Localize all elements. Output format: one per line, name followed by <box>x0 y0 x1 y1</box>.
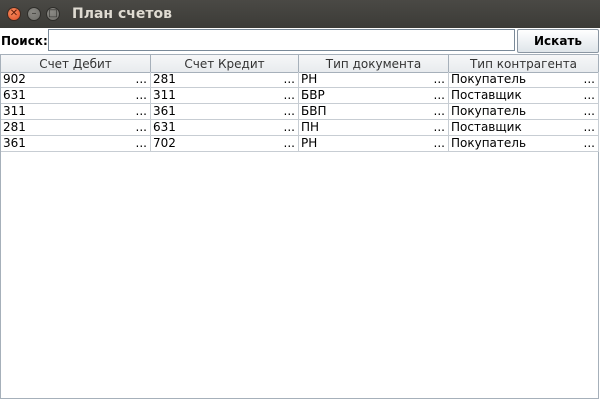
close-icon: ✕ <box>9 8 19 19</box>
cell-value: РН <box>301 136 318 150</box>
table-row[interactable]: 311... 361... БВП... Покупатель... <box>1 104 599 120</box>
cell-editor-button[interactable]: ... <box>434 104 445 119</box>
debit-cell[interactable]: 361... <box>1 136 151 152</box>
document-type-cell[interactable]: ПН... <box>299 120 449 136</box>
window-title: План счетов <box>72 6 172 22</box>
cell-value: 702 <box>153 136 176 150</box>
document-type-cell[interactable]: РН... <box>299 136 449 152</box>
cell-editor-button[interactable]: ... <box>584 72 595 87</box>
table-row[interactable]: 902... 281... РН... Покупатель... <box>1 72 599 88</box>
cell-editor-button[interactable]: ... <box>284 104 295 119</box>
debit-cell[interactable]: 311... <box>1 104 151 120</box>
table-body: 902... 281... РН... Покупатель... 631... 311.… <box>1 72 599 152</box>
accounts-table: Счет Дебит Счет Кредит Тип документа Тип… <box>0 54 599 399</box>
close-window-button[interactable]: ✕ <box>7 7 21 21</box>
debit-cell[interactable]: 902... <box>1 72 151 88</box>
table-header: Счет Дебит Счет Кредит Тип документа Тип… <box>1 54 599 73</box>
document-type-cell[interactable]: БВР... <box>299 88 449 104</box>
cell-value: 361 <box>3 136 26 150</box>
cell-value: РН <box>301 72 318 86</box>
document-type-cell[interactable]: БВП... <box>299 104 449 120</box>
cell-value: Покупатель <box>451 136 527 150</box>
document-type-cell[interactable]: РН... <box>299 72 449 88</box>
counterparty-type-cell[interactable]: Покупатель... <box>449 136 599 152</box>
cell-editor-button[interactable]: ... <box>584 120 595 135</box>
counterparty-type-cell[interactable]: Покупатель... <box>449 104 599 120</box>
maximize-icon: □ <box>48 8 58 19</box>
cell-editor-button[interactable]: ... <box>136 104 147 119</box>
cell-value: 902 <box>3 72 26 86</box>
cell-value: 631 <box>3 88 26 102</box>
cell-editor-button[interactable]: ... <box>284 120 295 135</box>
cell-value: БВП <box>301 104 327 118</box>
cell-editor-button[interactable]: ... <box>284 72 295 87</box>
cell-value: 281 <box>3 120 26 134</box>
window-titlebar: ✕ – □ План счетов <box>0 0 600 28</box>
cell-editor-button[interactable]: ... <box>136 136 147 151</box>
credit-cell[interactable]: 311... <box>151 88 299 104</box>
minimize-icon: – <box>31 8 37 19</box>
cell-editor-button[interactable]: ... <box>584 104 595 119</box>
cell-value: Поставщик <box>451 120 522 134</box>
counterparty-type-cell[interactable]: Поставщик... <box>449 120 599 136</box>
table-row[interactable]: 361... 702... РН... Покупатель... <box>1 136 599 152</box>
minimize-window-button[interactable]: – <box>27 7 41 21</box>
cell-editor-button[interactable]: ... <box>434 136 445 151</box>
cell-value: Покупатель <box>451 104 527 118</box>
cell-value: 631 <box>153 120 176 134</box>
cell-editor-button[interactable]: ... <box>136 72 147 87</box>
cell-editor-button[interactable]: ... <box>136 88 147 103</box>
credit-cell[interactable]: 281... <box>151 72 299 88</box>
counterparty-type-cell[interactable]: Покупатель... <box>449 72 599 88</box>
search-label: Поиск: <box>1 34 48 48</box>
cell-editor-button[interactable]: ... <box>434 88 445 103</box>
cell-value: ПН <box>301 120 320 134</box>
cell-value: 281 <box>153 72 176 86</box>
credit-cell[interactable]: 361... <box>151 104 299 120</box>
debit-cell[interactable]: 281... <box>1 120 151 136</box>
cell-editor-button[interactable]: ... <box>584 88 595 103</box>
search-button[interactable]: Искать <box>517 29 599 53</box>
column-header-document-type[interactable]: Тип документа <box>299 55 449 72</box>
table-row[interactable]: 281... 631... ПН... Поставщик... <box>1 120 599 136</box>
cell-editor-button[interactable]: ... <box>434 72 445 87</box>
maximize-window-button[interactable]: □ <box>46 7 60 21</box>
cell-editor-button[interactable]: ... <box>284 136 295 151</box>
cell-editor-button[interactable]: ... <box>584 136 595 151</box>
cell-editor-button[interactable]: ... <box>434 120 445 135</box>
search-input[interactable] <box>48 29 515 51</box>
cell-editor-button[interactable]: ... <box>136 120 147 135</box>
cell-value: Покупатель <box>451 72 527 86</box>
table-row[interactable]: 631... 311... БВР... Поставщик... <box>1 88 599 104</box>
cell-value: 311 <box>3 104 26 118</box>
cell-editor-button[interactable]: ... <box>284 88 295 103</box>
cell-value: 311 <box>153 88 176 102</box>
column-header-counterparty-type[interactable]: Тип контрагента <box>449 55 599 72</box>
column-header-debit[interactable]: Счет Дебит <box>1 55 151 72</box>
credit-cell[interactable]: 631... <box>151 120 299 136</box>
column-header-credit[interactable]: Счет Кредит <box>151 55 299 72</box>
counterparty-type-cell[interactable]: Поставщик... <box>449 88 599 104</box>
cell-value: Поставщик <box>451 88 522 102</box>
credit-cell[interactable]: 702... <box>151 136 299 152</box>
cell-value: БВР <box>301 88 325 102</box>
debit-cell[interactable]: 631... <box>1 88 151 104</box>
cell-value: 361 <box>153 104 176 118</box>
